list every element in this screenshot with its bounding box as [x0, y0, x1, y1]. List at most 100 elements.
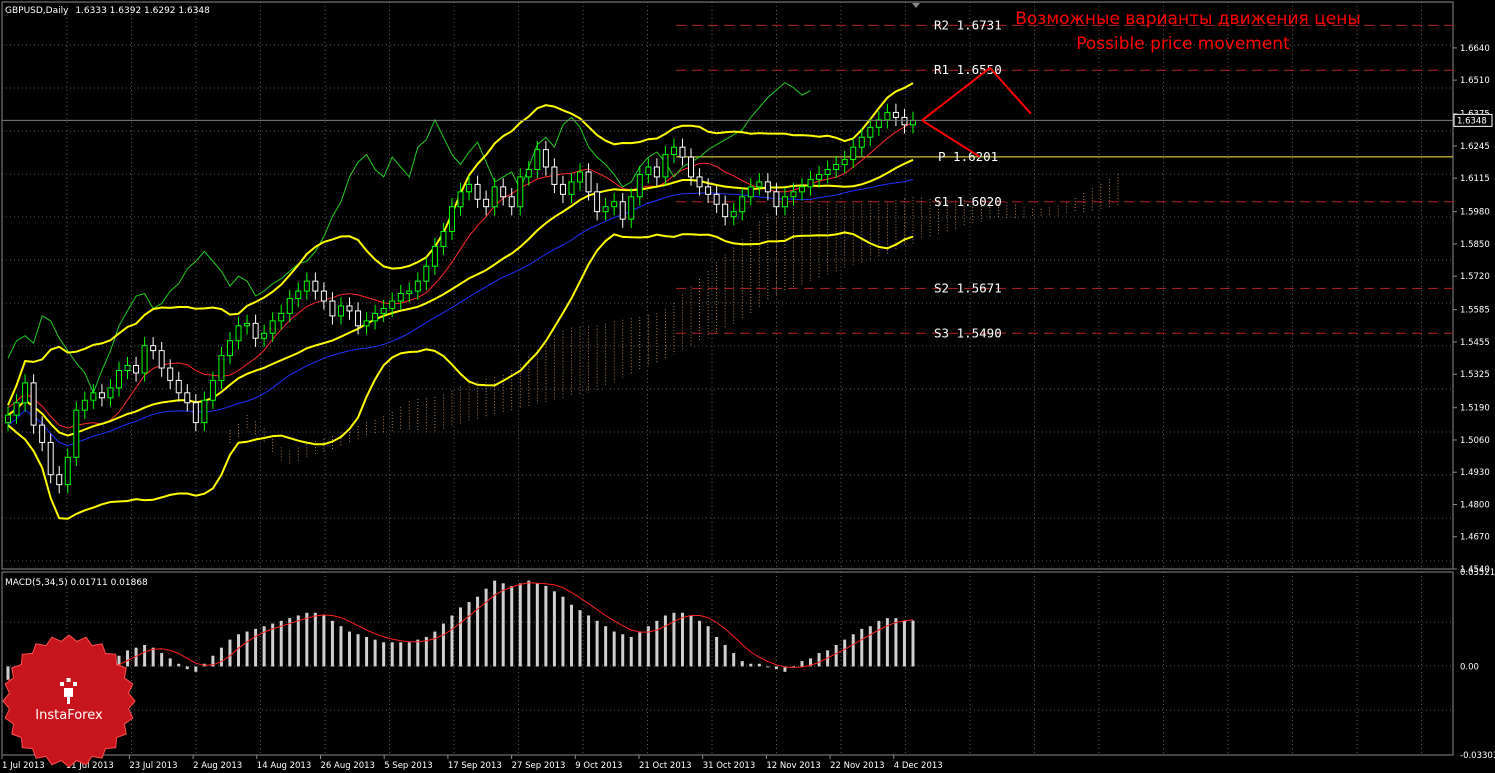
pivot-label-r2: R2 1.6731 [934, 17, 1002, 32]
candle-body [286, 298, 293, 314]
time-tick-label: 5 Sep 2013 [384, 761, 432, 771]
candle-body [875, 119, 882, 128]
candle-body [807, 178, 814, 188]
candle-body [722, 203, 729, 218]
candle-body [867, 126, 874, 138]
macd-bar [373, 639, 377, 667]
macd-bar [894, 618, 898, 667]
candle-body [910, 119, 916, 126]
macd-bar [407, 642, 411, 667]
candle-body [517, 176, 524, 208]
macd-bar [467, 602, 471, 667]
candle-body [380, 307, 387, 314]
macd-bar [441, 623, 445, 667]
price-tick-label: 1.4800 [1460, 500, 1490, 510]
candle-body [833, 164, 840, 170]
candle-body [568, 181, 575, 195]
candle-body [892, 111, 899, 118]
candle-body [346, 305, 353, 312]
macd-bar [604, 626, 608, 667]
time-tick-label: 23 Jul 2013 [129, 761, 177, 771]
candle-body [56, 474, 63, 486]
macd-tick-label: -0.03301 [1460, 751, 1495, 761]
candle-body [602, 206, 609, 213]
candle-body [39, 424, 46, 443]
macd-bar [143, 644, 147, 667]
time-tick-label: 14 Aug 2013 [257, 761, 311, 771]
candle-body [764, 181, 771, 193]
macd-bar [424, 636, 428, 667]
macd-bar [851, 634, 855, 667]
macd-bar [715, 636, 719, 667]
macd-bar [168, 658, 172, 667]
macd-bar [433, 631, 437, 667]
macd-bar [219, 647, 223, 667]
macd-bar [271, 623, 275, 667]
macd-bar [638, 631, 642, 667]
macd-bar [339, 626, 343, 667]
time-tick-label: 27 Sep 2013 [512, 761, 566, 771]
macd-bar [151, 647, 155, 667]
candle-body [466, 183, 473, 193]
candle-body [372, 312, 379, 322]
macd-bar [621, 634, 625, 667]
macd-bar [330, 620, 334, 667]
candle-body [559, 183, 566, 195]
candle-body [645, 166, 652, 175]
price-tick-label: 1.5980 [1460, 208, 1490, 218]
price-tick-label: 1.6640 [1460, 44, 1490, 54]
macd-bar [655, 620, 659, 667]
instaforex-logo: InstaForex [2, 634, 136, 768]
candle-body [329, 300, 336, 317]
time-tick-label: 1 Jul 2013 [2, 761, 45, 771]
macd-bar [766, 666, 770, 668]
candle-body [799, 186, 806, 193]
candle-body [150, 345, 157, 352]
annotation-en: Possible price movement [1076, 34, 1290, 54]
candle-body [781, 196, 788, 208]
macd-bar [680, 612, 684, 667]
candle-body [423, 265, 430, 282]
time-tick-label: 12 Nov 2013 [766, 761, 820, 771]
macd-bar [518, 583, 522, 667]
time-tick-label: 22 Nov 2013 [830, 761, 884, 771]
price-tick-label: 1.5190 [1460, 404, 1490, 414]
macd-bar [723, 644, 727, 667]
candle-body [175, 379, 182, 394]
macd-bar [356, 634, 360, 667]
macd-bar [313, 612, 317, 667]
macd-bar [552, 591, 556, 667]
pivot-label-p: P 1.6201 [938, 149, 998, 164]
macd-bar [296, 615, 300, 667]
price-tick-label: 1.5060 [1460, 436, 1490, 446]
candle-body [320, 290, 327, 302]
chart-background [0, 0, 1495, 773]
price-tick-label: 1.5455 [1460, 338, 1490, 348]
candle-body [662, 154, 669, 178]
candle-body [47, 441, 54, 476]
candle-body [679, 146, 686, 158]
macd-bar [484, 588, 488, 667]
candle-body [431, 245, 438, 267]
candle-body [448, 206, 455, 233]
price-tick-label: 1.5850 [1460, 240, 1490, 250]
candle-body [773, 191, 780, 208]
macd-bar [237, 634, 241, 667]
candle-body [115, 369, 122, 389]
price-tick-label: 1.6115 [1460, 174, 1490, 184]
candle-body [226, 340, 233, 357]
macd-title: MACD(5,34,5) 0.01711 0.01868 [5, 578, 148, 588]
pivot-label-s2: S2 1.5671 [934, 280, 1002, 295]
macd-bar [279, 620, 283, 667]
candle-body [22, 382, 29, 404]
candle-body [406, 290, 413, 295]
time-tick-label: 17 Sep 2013 [448, 761, 502, 771]
candle-body [389, 300, 396, 309]
macd-bar [459, 607, 462, 667]
candle-body [64, 456, 71, 486]
macd-bar [689, 615, 693, 667]
candle-body [133, 365, 140, 374]
macd-bar [587, 615, 591, 667]
price-tick-label: 1.6510 [1460, 76, 1490, 86]
candle-body [269, 320, 276, 334]
